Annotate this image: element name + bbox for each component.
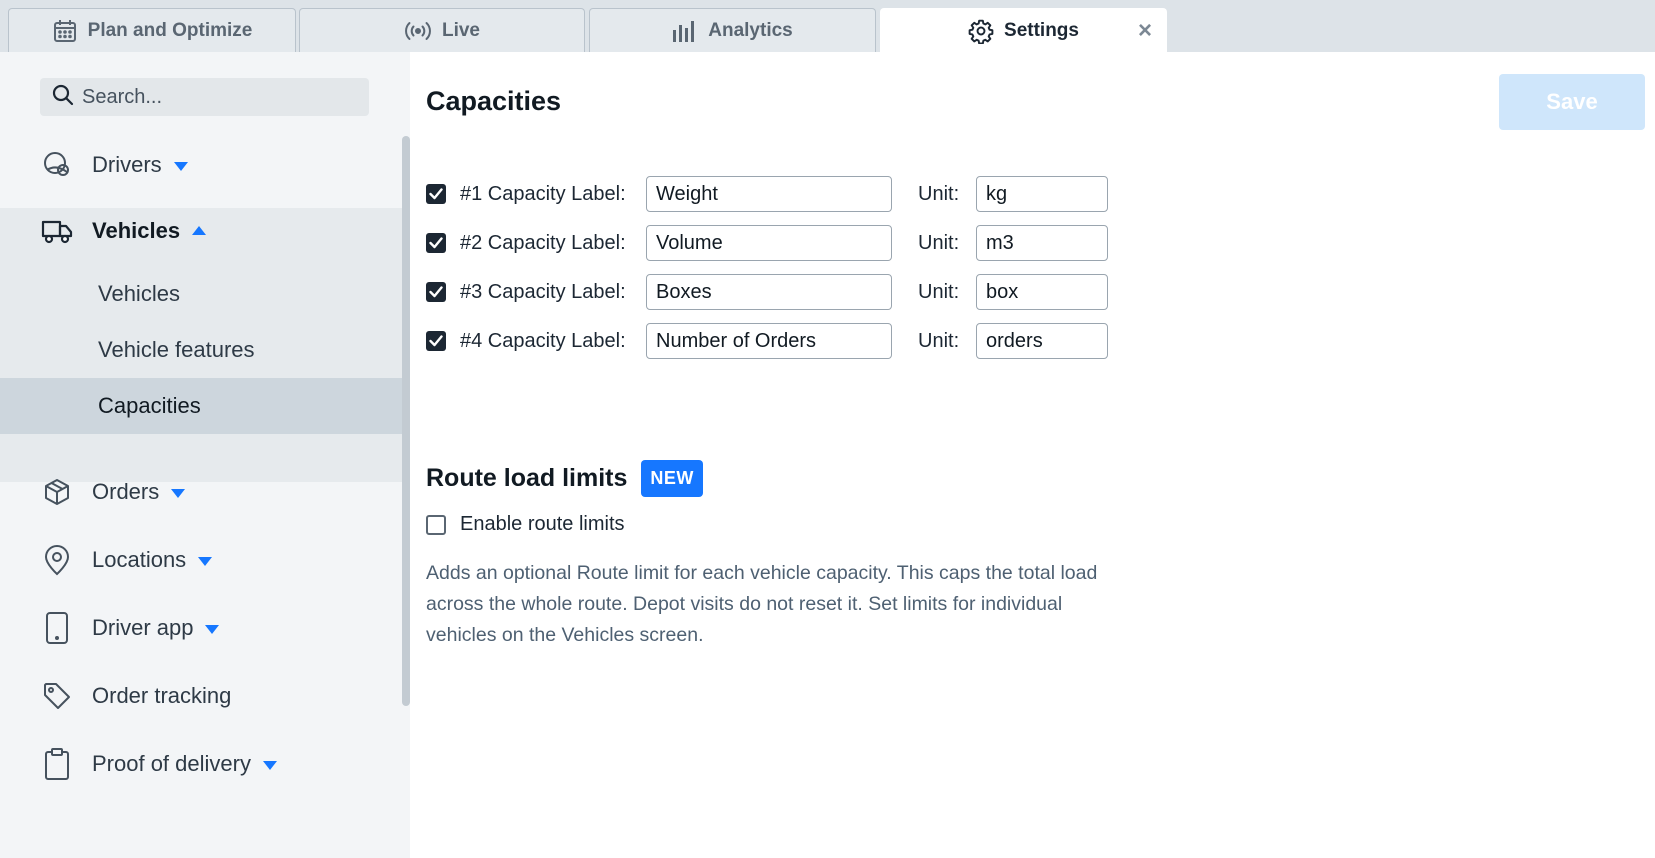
sidebar-item-order-tracking[interactable]: Order tracking <box>0 661 402 731</box>
chevron-down-icon <box>171 488 186 498</box>
capacity-2-label-input[interactable] <box>646 225 892 261</box>
capacity-2-unit-label: Unit: <box>918 231 960 254</box>
capacity-1-label: #1 Capacity Label: <box>460 182 626 205</box>
capacity-4-label-input[interactable] <box>646 323 892 359</box>
steering-wheel-icon <box>40 148 74 182</box>
search-box <box>40 78 369 116</box>
sidebar-item-label: Drivers <box>92 152 162 177</box>
phone-icon <box>40 611 74 645</box>
tab-label: Analytics <box>708 19 793 41</box>
enable-route-limits-checkbox[interactable] <box>426 514 446 535</box>
search-icon <box>52 84 74 111</box>
sidebar-item-label: Locations <box>92 547 187 572</box>
capacity-row-1: #1 Capacity Label: Unit: <box>426 176 1108 212</box>
broadcast-icon <box>404 20 432 42</box>
sidebar-item-label: Orders <box>92 479 160 504</box>
sidebar-subitem-vehicle-features[interactable]: Vehicle features <box>0 322 402 378</box>
enable-route-limits-row: Enable route limits <box>426 513 625 536</box>
settings-content: Capacities Save #1 Capacity Label: Unit:… <box>410 52 1655 858</box>
capacity-4-unit-input[interactable] <box>976 323 1108 359</box>
capacity-2-unit-input[interactable] <box>976 225 1108 261</box>
route-load-limits-heading: Route load limits NEW <box>426 460 703 497</box>
sidebar-item-orders[interactable]: Orders <box>0 457 402 527</box>
capacity-row-4: #4 Capacity Label: Unit: <box>426 323 1108 359</box>
capacity-row-3: #3 Capacity Label: Unit: <box>426 274 1108 310</box>
chevron-down-icon <box>205 624 220 634</box>
calendar-icon <box>52 18 78 44</box>
capacity-3-unit-input[interactable] <box>976 274 1108 310</box>
page-title: Capacities <box>426 86 562 116</box>
route-limits-description: Adds an optional Route limit for each ve… <box>426 562 1098 646</box>
tag-icon <box>40 679 74 713</box>
tab-analytics[interactable]: Analytics <box>589 8 876 52</box>
capacity-1-label-input[interactable] <box>646 176 892 212</box>
close-tab-icon[interactable]: × <box>1134 19 1156 43</box>
capacity-2-checkbox[interactable] <box>426 233 446 253</box>
sidebar-subitem-vehicles[interactable]: Vehicles <box>0 266 402 322</box>
chevron-up-icon <box>192 225 207 235</box>
settings-sidebar: Drivers Vehicles Vehicles Vehicle featur… <box>0 52 410 858</box>
capacity-1-unit-label: Unit: <box>918 182 960 205</box>
sidebar-item-vehicles[interactable]: Vehicles <box>0 196 402 266</box>
location-pin-icon <box>40 543 74 577</box>
capacity-2-label: #2 Capacity Label: <box>460 231 626 254</box>
new-badge: NEW <box>641 460 703 497</box>
capacity-1-checkbox[interactable] <box>426 184 446 204</box>
sidebar-item-driver-app[interactable]: Driver app <box>0 593 402 663</box>
top-tab-bar: Plan and Optimize Live Analytics Setting… <box>0 0 1655 52</box>
sidebar-item-proof-of-delivery[interactable]: Proof of delivery <box>0 729 402 799</box>
capacity-3-unit-label: Unit: <box>918 280 960 303</box>
sidebar-item-drivers[interactable]: Drivers <box>0 130 402 200</box>
capacity-row-2: #2 Capacity Label: Unit: <box>426 225 1108 261</box>
clipboard-icon <box>40 747 74 781</box>
save-button[interactable]: Save <box>1499 74 1645 130</box>
sidebar-item-label: Proof of delivery <box>92 751 251 776</box>
section-title: Route load limits <box>426 464 628 492</box>
capacity-3-label: #3 Capacity Label: <box>460 280 626 303</box>
capacity-1-unit-input[interactable] <box>976 176 1108 212</box>
sidebar-item-locations[interactable]: Locations <box>0 525 402 595</box>
sidebar-item-label: Order tracking <box>92 683 232 708</box>
capacity-3-label-input[interactable] <box>646 274 892 310</box>
sidebar-scrollbar-thumb[interactable] <box>402 136 410 706</box>
bar-chart-icon <box>672 20 698 42</box>
capacity-4-label: #4 Capacity Label: <box>460 329 626 352</box>
enable-route-limits-label[interactable]: Enable route limits <box>460 513 625 536</box>
tab-label: Settings <box>1004 19 1079 41</box>
tab-settings[interactable]: Settings × <box>880 8 1167 52</box>
tab-live[interactable]: Live <box>299 8 585 52</box>
tab-label: Live <box>441 19 481 41</box>
chevron-down-icon <box>262 760 277 770</box>
package-icon <box>40 475 74 509</box>
sidebar-subitem-capacities[interactable]: Capacities <box>0 378 402 434</box>
capacity-3-checkbox[interactable] <box>426 282 446 302</box>
capacity-4-checkbox[interactable] <box>426 331 446 351</box>
sidebar-item-label: Driver app <box>92 615 194 640</box>
chevron-down-icon <box>173 161 188 171</box>
tab-plan-and-optimize[interactable]: Plan and Optimize <box>8 8 296 52</box>
search-input[interactable] <box>82 85 342 109</box>
truck-icon <box>40 214 74 248</box>
tab-label: Plan and Optimize <box>87 19 253 41</box>
gear-icon <box>968 18 994 44</box>
chevron-down-icon <box>198 556 213 566</box>
sidebar-item-label: Vehicles <box>92 218 181 243</box>
capacity-4-unit-label: Unit: <box>918 329 960 352</box>
